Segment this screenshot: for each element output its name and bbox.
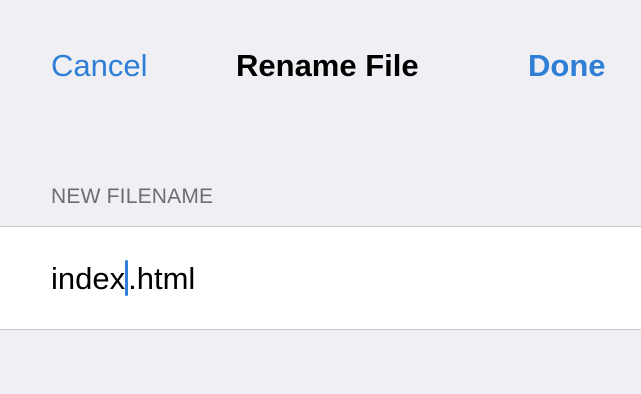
filename-text-before-cursor: index bbox=[51, 261, 126, 296]
filename-text-after-cursor: .html bbox=[128, 261, 196, 296]
cancel-button[interactable]: Cancel bbox=[51, 46, 148, 86]
done-button[interactable]: Done bbox=[528, 46, 606, 86]
filename-input[interactable]: index.html bbox=[51, 257, 195, 301]
navigation-bar: Cancel Rename File Done bbox=[0, 0, 641, 132]
section-header-new-filename: NEW FILENAME bbox=[51, 185, 214, 208]
text-cursor bbox=[125, 259, 129, 296]
filename-input-cell: index.html bbox=[0, 226, 641, 330]
page-title: Rename File bbox=[236, 48, 419, 83]
